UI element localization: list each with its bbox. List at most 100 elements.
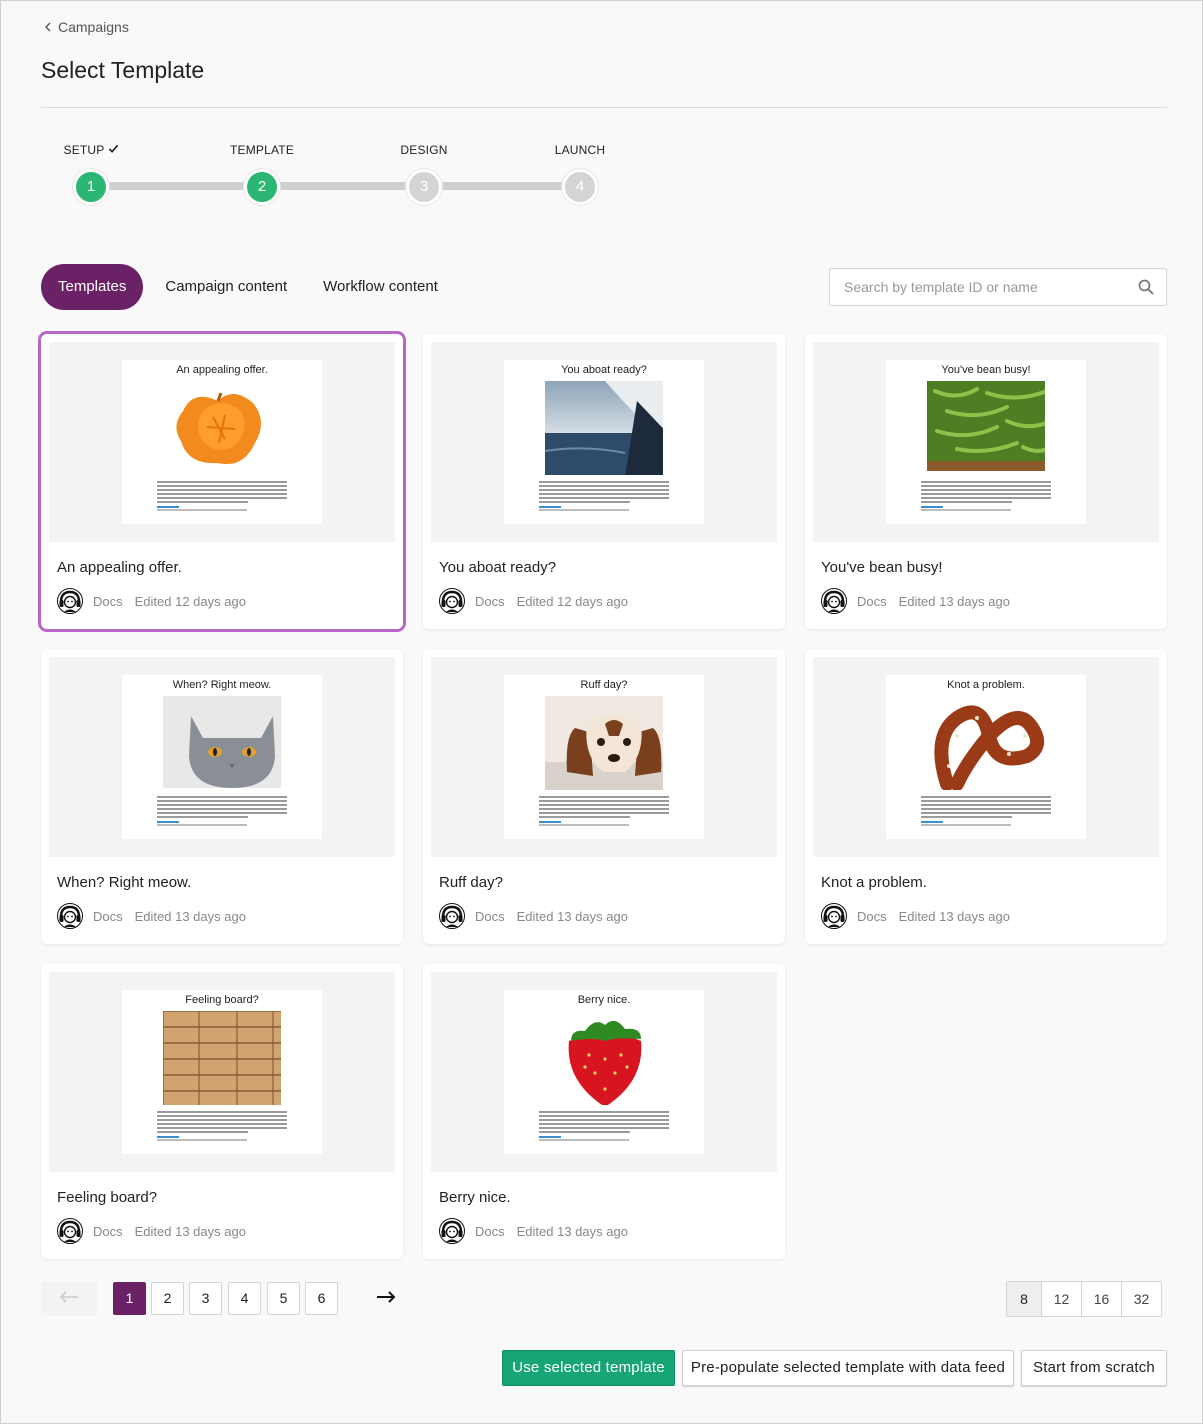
content-tabs: Templates Campaign content Workflow cont… [41, 264, 456, 310]
preview-heading: Knot a problem. [947, 679, 1025, 691]
owner-name: Docs [475, 908, 505, 924]
owner-name: Docs [475, 593, 505, 609]
start-from-scratch-button[interactable]: Start from scratch [1021, 1350, 1167, 1386]
template-preview: Berry nice. [431, 972, 777, 1172]
search-field [829, 268, 1167, 306]
template-meta: Docs Edited 13 days ago [439, 1218, 628, 1244]
owner-avatar-icon [57, 903, 83, 929]
page-button-6[interactable]: 6 [305, 1282, 338, 1315]
step-label: TEMPLATE [229, 143, 295, 157]
template-card[interactable]: You've bean busy! You've bean busy! Docs Ed… [805, 334, 1167, 629]
email-thumbnail: An appealing offer. [122, 360, 322, 524]
edited-time: Edited 13 days ago [516, 1223, 628, 1239]
placeholder-text-lines [157, 796, 287, 818]
back-to-campaigns-link[interactable]: Campaigns [43, 19, 129, 35]
template-meta: Docs Edited 12 days ago [57, 588, 246, 614]
template-preview: An appealing offer. [49, 342, 395, 542]
page: Campaigns Select Template SETUP 1 TEMPLA… [0, 0, 1203, 1424]
unsubscribe-link-line [539, 1136, 561, 1138]
template-name: Knot a problem. [821, 874, 927, 891]
template-card[interactable]: Feeling board? Feeling board? Docs Edited 1… [41, 964, 403, 1259]
checkmark-icon [108, 141, 119, 159]
step-setup[interactable]: SETUP 1 [31, 141, 151, 205]
arrow-right-icon [376, 1290, 396, 1308]
template-preview: You aboat ready? [431, 342, 777, 542]
footer-line [539, 1139, 629, 1141]
orange-image [163, 381, 281, 475]
template-meta: Docs Edited 13 days ago [57, 1218, 246, 1244]
search-input[interactable] [830, 269, 1120, 305]
owner-name: Docs [93, 593, 123, 609]
template-name: When? Right meow. [57, 874, 192, 891]
previous-page-button[interactable] [41, 1282, 97, 1316]
step-number: 3 [406, 169, 442, 205]
edited-time: Edited 12 days ago [134, 593, 246, 609]
wood-boards-image [163, 1011, 281, 1105]
pretzel-image [927, 696, 1045, 790]
owner-avatar-icon [821, 588, 847, 614]
owner-name: Docs [93, 908, 123, 924]
template-card[interactable]: An appealing offer. An appealing offer. Do… [41, 334, 403, 629]
footer-line [157, 509, 247, 511]
step-launch[interactable]: LAUNCH 4 [520, 141, 640, 205]
email-thumbnail: Feeling board? [122, 990, 322, 1154]
progress-stepper: SETUP 1 TEMPLATE 2 DESIGN 3 LAUNCH 4 [41, 141, 641, 211]
search-icon[interactable] [1138, 279, 1154, 295]
tab-templates[interactable]: Templates [41, 264, 144, 310]
page-button-4[interactable]: 4 [228, 1282, 261, 1315]
email-thumbnail: You aboat ready? [504, 360, 704, 524]
placeholder-text-lines [921, 796, 1051, 818]
green-beans-image [927, 381, 1045, 475]
template-meta: Docs Edited 13 days ago [57, 903, 246, 929]
template-card[interactable]: Knot a problem. Knot a problem. Docs Edited… [805, 649, 1167, 944]
owner-avatar-icon [439, 588, 465, 614]
page-size-8[interactable]: 8 [1007, 1282, 1041, 1316]
page-size-16[interactable]: 16 [1081, 1282, 1121, 1316]
template-meta: Docs Edited 13 days ago [821, 588, 1010, 614]
template-card[interactable]: You aboat ready? You aboat ready? Docs Edit… [423, 334, 785, 629]
page-size-selector: 8 12 16 32 [1006, 1281, 1162, 1317]
template-preview: Feeling board? [49, 972, 395, 1172]
template-meta: Docs Edited 12 days ago [439, 588, 628, 614]
step-design[interactable]: DESIGN 3 [364, 141, 484, 205]
step-template[interactable]: TEMPLATE 2 [202, 141, 322, 205]
footer-line [921, 509, 1011, 511]
template-preview: You've bean busy! [813, 342, 1159, 542]
template-preview: Knot a problem. [813, 657, 1159, 857]
edited-time: Edited 13 days ago [898, 593, 1010, 609]
preview-heading: Feeling board? [185, 994, 259, 1006]
owner-name: Docs [857, 593, 887, 609]
template-card[interactable]: When? Right meow. When? Right meow. Docs Ed… [41, 649, 403, 944]
template-name: Berry nice. [439, 1189, 511, 1206]
tab-workflow-content[interactable]: Workflow content [305, 264, 456, 310]
arrow-left-icon [59, 1290, 79, 1308]
next-page-button[interactable] [366, 1282, 406, 1316]
owner-name: Docs [93, 1223, 123, 1239]
chevron-left-icon [43, 19, 53, 35]
email-thumbnail: When? Right meow. [122, 675, 322, 839]
owner-name: Docs [857, 908, 887, 924]
page-button-5[interactable]: 5 [267, 1282, 300, 1315]
page-size-32[interactable]: 32 [1121, 1282, 1161, 1316]
tab-campaign-content[interactable]: Campaign content [147, 264, 305, 310]
cat-image [163, 696, 281, 790]
template-card[interactable]: Ruff day? Ruff day? Docs Edited 13 days ago [423, 649, 785, 944]
template-card[interactable]: Berry nice. Berry nice. Docs Edited 13 days… [423, 964, 785, 1259]
email-thumbnail: You've bean busy! [886, 360, 1086, 524]
page-button-1[interactable]: 1 [113, 1282, 146, 1315]
prepopulate-template-button[interactable]: Pre-populate selected template with data… [682, 1350, 1014, 1386]
preview-heading: Berry nice. [577, 994, 631, 1006]
step-label: SETUP [63, 143, 105, 157]
page-size-12[interactable]: 12 [1041, 1282, 1081, 1316]
placeholder-text-lines [921, 481, 1051, 503]
footer-line [157, 1139, 247, 1141]
preview-heading: When? Right meow. [172, 679, 272, 691]
page-button-3[interactable]: 3 [189, 1282, 222, 1315]
page-title: Select Template [41, 57, 205, 83]
footer-line [539, 824, 629, 826]
template-name: An appealing offer. [57, 559, 182, 576]
unsubscribe-link-line [921, 506, 943, 508]
page-button-2[interactable]: 2 [151, 1282, 184, 1315]
unsubscribe-link-line [157, 1136, 179, 1138]
use-selected-template-button[interactable]: Use selected template [502, 1350, 675, 1386]
